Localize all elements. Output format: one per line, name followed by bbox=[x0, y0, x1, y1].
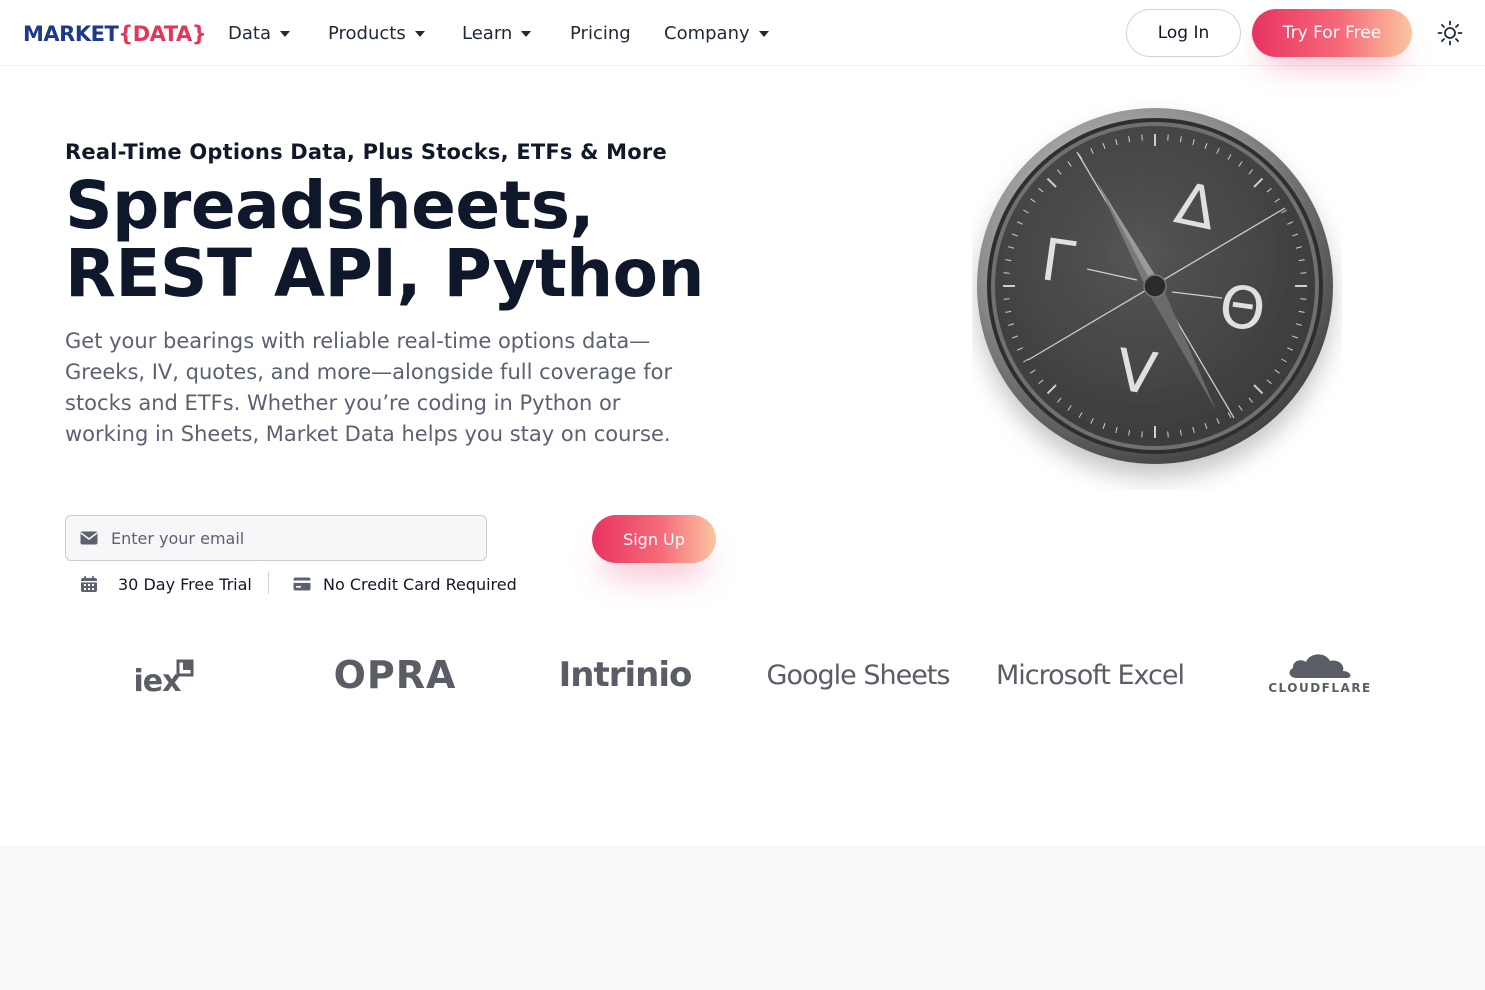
partner-logo-strip: iex OPRA Intrinio Google Sheets Microsof… bbox=[0, 640, 1485, 710]
nav-item-label: Learn bbox=[462, 22, 513, 44]
nav-item-label: Company bbox=[664, 22, 750, 44]
compass-tick bbox=[1003, 272, 1010, 274]
compass-tick bbox=[1300, 272, 1307, 274]
partner-name: Intrinio bbox=[558, 655, 693, 695]
nav-item-label: Data bbox=[228, 22, 271, 44]
nav-item-label: Pricing bbox=[570, 22, 631, 44]
partner-name: OPRA bbox=[333, 653, 457, 697]
theme-toggle-button[interactable] bbox=[1435, 18, 1465, 48]
nav-item-products[interactable]: Products bbox=[328, 20, 425, 46]
nav-item-data[interactable]: Data bbox=[228, 20, 290, 46]
partner-name: iex bbox=[133, 663, 182, 699]
compass-tick bbox=[1141, 134, 1143, 141]
iex-square-mark bbox=[176, 659, 194, 677]
compass-glyph-theta: Θ bbox=[1215, 271, 1270, 345]
partner-logo-cloudflare: CLOUDFLARE bbox=[1258, 640, 1382, 710]
hero-eyebrow: Real-Time Options Data, Plus Stocks, ETF… bbox=[65, 140, 667, 164]
compass-tick bbox=[1167, 134, 1169, 141]
compass-tick bbox=[1300, 298, 1307, 300]
perk-label: 30 Day Free Trial bbox=[118, 574, 252, 594]
hero-headline: Spreadsheets, REST API, Python bbox=[65, 172, 704, 308]
nav-item-learn[interactable]: Learn bbox=[462, 20, 532, 46]
hero-headline-line-1: Spreadsheets, bbox=[65, 167, 595, 244]
partner-name: Google Sheets bbox=[766, 659, 951, 691]
perk-free-trial: 30 Day Free Trial bbox=[80, 572, 252, 596]
partner-logo-opra: OPRA bbox=[310, 640, 480, 710]
cloud-icon bbox=[1289, 654, 1351, 678]
compass-illustration: Δ Γ Θ V bbox=[977, 108, 1333, 464]
calendar-icon bbox=[80, 575, 98, 593]
login-button[interactable]: Log In bbox=[1126, 9, 1241, 57]
email-field-container bbox=[65, 515, 487, 561]
partner-logo-intrinio: Intrinio bbox=[540, 640, 710, 710]
market-data-logo[interactable]: MARKET {DATA} bbox=[23, 19, 207, 49]
perk-no-credit-card: No Credit Card Required bbox=[293, 572, 517, 596]
nav-item-company[interactable]: Company bbox=[664, 20, 769, 46]
next-section-band bbox=[0, 845, 1485, 990]
compass-tick bbox=[1141, 431, 1143, 438]
hero-description: Get your bearings with reliable real-tim… bbox=[65, 329, 673, 446]
logo-text-market: MARKET bbox=[23, 22, 119, 46]
compass-tick bbox=[1003, 298, 1010, 300]
chevron-down-icon bbox=[279, 31, 290, 37]
hero-headline-line-2: REST API, Python bbox=[65, 235, 704, 312]
email-input[interactable] bbox=[111, 528, 471, 548]
nav-item-label: Products bbox=[328, 22, 406, 44]
chevron-down-icon bbox=[521, 31, 532, 37]
logo-text-data: {DATA} bbox=[118, 22, 207, 46]
partner-name: CLOUDFLARE bbox=[1268, 681, 1372, 695]
envelope-icon bbox=[80, 529, 98, 547]
sun-icon bbox=[1437, 20, 1463, 46]
compass-tick bbox=[1167, 431, 1169, 438]
nav-item-pricing[interactable]: Pricing bbox=[570, 20, 631, 46]
chevron-down-icon bbox=[414, 31, 425, 37]
top-navigation: MARKET {DATA} Data Products Learn Pricing… bbox=[0, 0, 1485, 66]
sign-up-button[interactable]: Sign Up bbox=[592, 515, 716, 563]
perk-label: No Credit Card Required bbox=[323, 574, 517, 594]
partner-logo-iex: iex bbox=[108, 640, 220, 710]
chevron-down-icon bbox=[758, 31, 769, 37]
credit-card-icon bbox=[293, 575, 311, 593]
partner-logo-microsoft-excel: Microsoft Excel bbox=[990, 640, 1190, 710]
perk-divider bbox=[268, 572, 269, 594]
try-for-free-button[interactable]: Try For Free bbox=[1252, 9, 1412, 57]
partner-name: Microsoft Excel bbox=[996, 659, 1185, 691]
partner-logo-google-sheets: Google Sheets bbox=[760, 640, 956, 710]
